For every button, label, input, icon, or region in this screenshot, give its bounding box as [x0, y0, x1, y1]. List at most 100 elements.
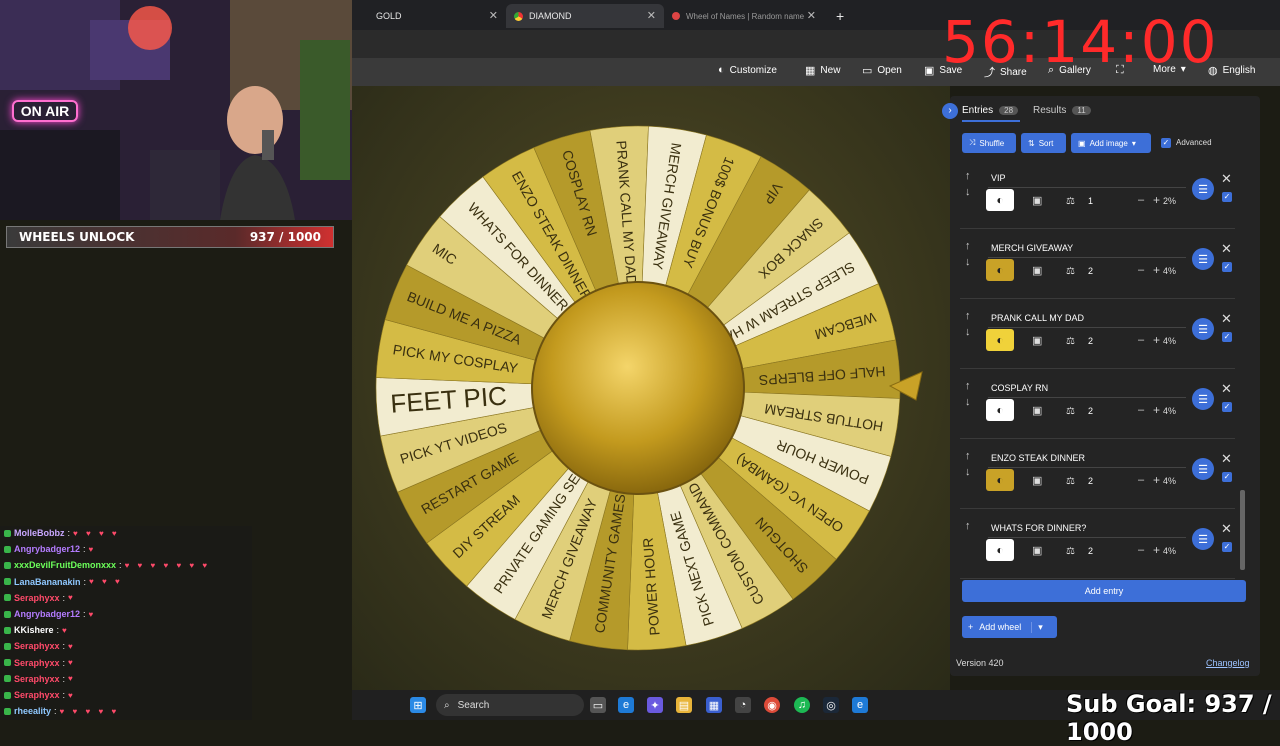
browser-tab-gold[interactable]: GOLD ✕ [358, 4, 506, 28]
close-icon[interactable]: ✕ [807, 9, 816, 22]
steam-icon[interactable]: ◎ [823, 697, 839, 713]
chat-username[interactable]: Seraphyxx [14, 593, 60, 603]
move-down-icon[interactable]: ↓ [965, 256, 971, 268]
color-swatch-button[interactable]: ◐ [986, 539, 1014, 561]
entry-name-field[interactable]: ENZO STEAK DINNER [988, 448, 1186, 468]
browser-tab-wheel[interactable]: Wheel of Names | Random name ✕ [664, 4, 824, 28]
entry-enabled-checkbox[interactable]: ✓ [1222, 262, 1232, 272]
wheel-of-names[interactable]: VIPSNACK BOXSLEEP STREAM W HA...WEBCAMHA… [372, 122, 904, 654]
toolbar-customize-button[interactable]: ◐ Customize [718, 64, 777, 76]
edge-icon[interactable]: e [618, 697, 634, 713]
toolbar-new-button[interactable]: ▦ New [805, 64, 840, 77]
entry-settings-icon[interactable]: ☰ [1192, 528, 1214, 550]
close-icon[interactable]: ✕ [489, 9, 498, 22]
entry-name-field[interactable]: MERCH GIVEAWAY [988, 238, 1186, 258]
entries-scrollbar[interactable] [1240, 490, 1245, 570]
increment-icon[interactable]: + [1153, 473, 1160, 487]
color-swatch-button[interactable]: ◐ [986, 469, 1014, 491]
decrement-icon[interactable]: – [1138, 544, 1144, 556]
decrement-icon[interactable]: – [1138, 264, 1144, 276]
add-entry-button[interactable]: Add entry [962, 580, 1246, 602]
decrement-icon[interactable]: – [1138, 194, 1144, 206]
color-swatch-button[interactable]: ◐ [986, 259, 1014, 281]
chat-username[interactable]: Angrybadger12 [14, 544, 80, 554]
increment-icon[interactable]: + [1153, 263, 1160, 277]
move-up-icon[interactable]: ↑ [965, 310, 971, 322]
close-icon[interactable]: ✕ [1221, 171, 1232, 187]
weight-value[interactable]: 2 [1088, 546, 1093, 556]
increment-icon[interactable]: + [1153, 193, 1160, 207]
close-icon[interactable]: ✕ [1221, 381, 1232, 397]
sort-button[interactable]: ⇅ Sort [1021, 133, 1066, 153]
close-icon[interactable]: ✕ [1221, 451, 1232, 467]
spotify-icon[interactable]: ♫ [794, 697, 810, 713]
entry-enabled-checkbox[interactable]: ✓ [1222, 402, 1232, 412]
increment-icon[interactable]: + [1153, 403, 1160, 417]
chat-username[interactable]: Seraphyxx [14, 658, 60, 668]
move-up-icon[interactable]: ↑ [965, 240, 971, 252]
chat-username[interactable]: KKishere [14, 625, 54, 635]
collapse-panel-icon[interactable]: › [942, 103, 958, 119]
entry-settings-icon[interactable]: ☰ [1192, 458, 1214, 480]
increment-icon[interactable]: + [1153, 543, 1160, 557]
chat-username[interactable]: Seraphyxx [14, 690, 60, 700]
decrement-icon[interactable]: – [1138, 404, 1144, 416]
entry-name-field[interactable]: PRANK CALL MY DAD [988, 308, 1186, 328]
chevron-down-icon[interactable]: ▾ [1031, 621, 1043, 633]
entry-settings-icon[interactable]: ☰ [1192, 248, 1214, 270]
entry-settings-icon[interactable]: ☰ [1192, 178, 1214, 200]
entry-name-field[interactable]: WHATS FOR DINNER? [988, 518, 1186, 538]
entry-enabled-checkbox[interactable]: ✓ [1222, 542, 1232, 552]
increment-icon[interactable]: + [1153, 333, 1160, 347]
entry-name-field[interactable]: VIP [988, 168, 1186, 188]
chat-username[interactable]: Seraphyxx [14, 641, 60, 651]
close-icon[interactable]: ✕ [1221, 241, 1232, 257]
new-tab-button[interactable]: + [828, 4, 848, 28]
move-up-icon[interactable]: ↑ [965, 170, 971, 182]
close-icon[interactable]: ✕ [1221, 521, 1232, 537]
close-icon[interactable]: ✕ [1221, 311, 1232, 327]
image-icon[interactable]: ▣ [1032, 544, 1042, 557]
changelog-link[interactable]: Changelog [1206, 658, 1250, 668]
image-icon[interactable]: ▣ [1032, 194, 1042, 207]
weight-value[interactable]: 2 [1088, 336, 1093, 346]
image-icon[interactable]: ▣ [1032, 334, 1042, 347]
add-wheel-button[interactable]: + Add wheel ▾ [962, 616, 1057, 638]
weight-value[interactable]: 2 [1088, 476, 1093, 486]
add-image-button[interactable]: ▣ Add image ▾ [1071, 133, 1151, 153]
move-up-icon[interactable]: ↑ [965, 520, 971, 532]
chat-username[interactable]: rheeality [14, 706, 51, 716]
tab-results[interactable]: Results 11 [1033, 105, 1091, 116]
decrement-icon[interactable]: – [1138, 334, 1144, 346]
file-explorer-icon[interactable]: ▤ [676, 697, 692, 713]
close-icon[interactable]: ✕ [647, 9, 656, 22]
move-down-icon[interactable]: ↓ [965, 466, 971, 478]
chrome-icon[interactable]: ◉ [764, 697, 780, 713]
wheel-center-hub[interactable] [531, 281, 745, 495]
chat-username[interactable]: xxxDevilFruitDemonxxx [14, 560, 116, 570]
weight-value[interactable]: 2 [1088, 406, 1093, 416]
clock-app-icon[interactable]: ◔ [735, 697, 751, 713]
copilot-icon[interactable]: ✦ [647, 697, 663, 713]
browser-tab-diamond[interactable]: DIAMOND ✕ [506, 4, 664, 28]
weight-value[interactable]: 2 [1088, 266, 1093, 276]
entry-name-field[interactable]: COSPLAY RN [988, 378, 1186, 398]
move-down-icon[interactable]: ↓ [965, 186, 971, 198]
move-down-icon[interactable]: ↓ [965, 396, 971, 408]
color-swatch-button[interactable]: ◐ [986, 189, 1014, 211]
image-icon[interactable]: ▣ [1032, 474, 1042, 487]
move-down-icon[interactable]: ↓ [965, 326, 971, 338]
entry-enabled-checkbox[interactable]: ✓ [1222, 192, 1232, 202]
toolbar-open-button[interactable]: ▭ Open [862, 64, 902, 77]
entry-enabled-checkbox[interactable]: ✓ [1222, 332, 1232, 342]
color-swatch-button[interactable]: ◐ [986, 399, 1014, 421]
store-icon[interactable]: ▦ [706, 697, 722, 713]
decrement-icon[interactable]: – [1138, 474, 1144, 486]
chat-username[interactable]: LanaBananakin [14, 577, 81, 587]
entry-settings-icon[interactable]: ☰ [1192, 318, 1214, 340]
chat-username[interactable]: MolleBobbz [14, 528, 65, 538]
image-icon[interactable]: ▣ [1032, 264, 1042, 277]
chat-username[interactable]: Angrybadger12 [14, 609, 80, 619]
entry-settings-icon[interactable]: ☰ [1192, 388, 1214, 410]
task-view-icon[interactable]: ▭ [590, 697, 606, 713]
